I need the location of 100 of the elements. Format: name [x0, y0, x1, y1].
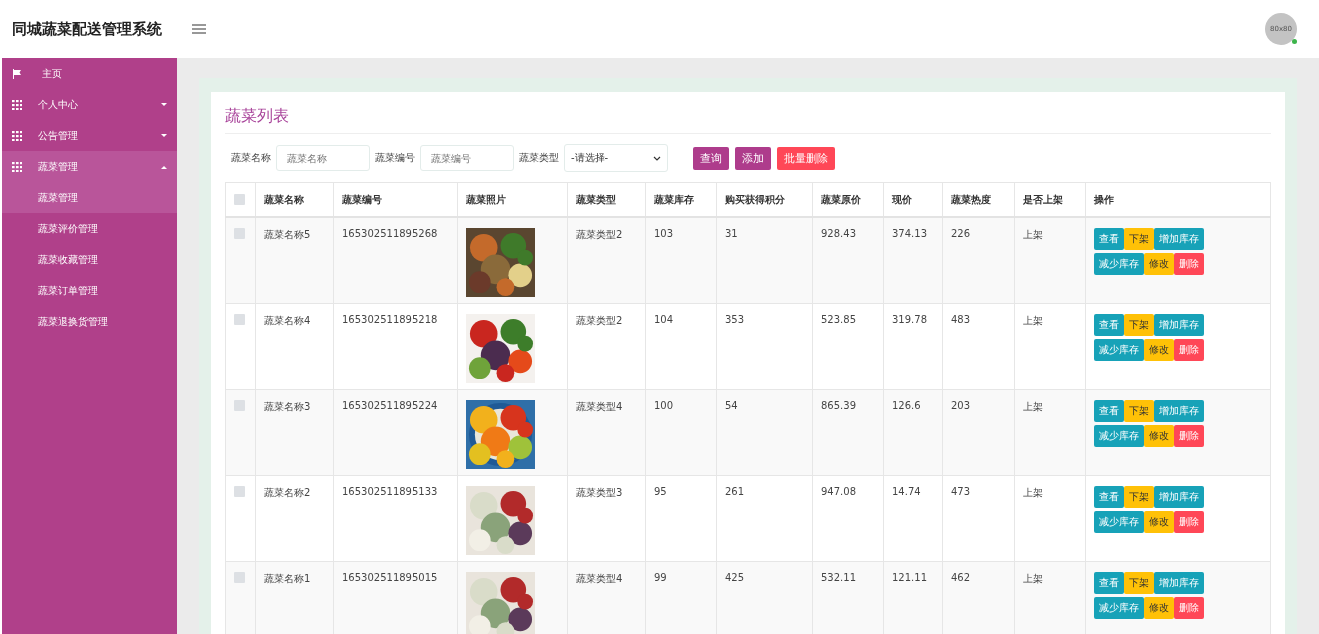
chevron-icon [653, 155, 661, 161]
online-indicator [1292, 39, 1297, 44]
row-action-button[interactable]: 增加库存 [1154, 399, 1204, 422]
row-action-button[interactable]: 减少库存 [1094, 424, 1144, 447]
caret-icon [161, 133, 167, 138]
select-all-checkbox[interactable] [234, 194, 245, 205]
row-action-button[interactable]: 修改 [1144, 424, 1174, 447]
action-button[interactable]: 批量删除 [777, 146, 835, 170]
table-cell: 121.11 [883, 561, 943, 634]
row-action-button[interactable]: 增加库存 [1154, 313, 1204, 336]
row-action-button[interactable]: 下架 [1124, 571, 1154, 594]
row-action-button[interactable]: 查看 [1094, 571, 1124, 594]
row-action-button[interactable]: 增加库存 [1154, 485, 1204, 508]
table-cell: 蔬菜类型2 [567, 303, 646, 389]
table-cell: 蔬菜类型4 [567, 389, 646, 475]
table-cell: 95 [645, 475, 717, 561]
table-cell: 103 [645, 217, 717, 303]
row-action-button[interactable]: 减少库存 [1094, 338, 1144, 361]
row-action-button[interactable]: 删除 [1174, 338, 1204, 361]
sidebar-subitem[interactable]: 蔬菜收藏管理 [2, 244, 177, 275]
row-action-button[interactable]: 查看 [1094, 313, 1124, 336]
table-cell: 532.11 [812, 561, 884, 634]
sidebar-item[interactable]: 蔬菜管理 [2, 151, 177, 182]
action-button[interactable]: 添加 [735, 146, 771, 170]
row-action-button[interactable]: 修改 [1144, 253, 1174, 275]
input-field[interactable]: 蔬菜编号 [420, 145, 514, 171]
table-cell: 100 [645, 389, 717, 475]
table-cell: 14.74 [883, 475, 943, 561]
table-cell: 104 [645, 303, 717, 389]
table-cell: 928.43 [812, 217, 884, 303]
filter-label: 蔬菜名称 [231, 151, 271, 165]
action-button[interactable]: 查询 [693, 146, 729, 170]
row-checkbox[interactable] [234, 399, 245, 411]
row-action-button[interactable]: 删除 [1174, 596, 1204, 619]
sidebar-item[interactable]: 公告管理 [2, 120, 177, 151]
table-cell: 蔬菜类型3 [567, 475, 646, 561]
flag-icon [12, 68, 22, 79]
menu-icon[interactable] [192, 23, 206, 35]
row-action-button[interactable]: 减少库存 [1094, 510, 1144, 533]
table-cell: 353 [716, 303, 813, 389]
table-cell: 165302511895218 [333, 303, 458, 389]
grid-icon [12, 161, 22, 172]
table-cell: 165302511895268 [333, 217, 458, 303]
row-action-button[interactable]: 减少库存 [1094, 596, 1144, 619]
table-cell: 上架 [1014, 217, 1086, 303]
row-action-button[interactable]: 修改 [1144, 510, 1174, 533]
table-cell: 483 [942, 303, 1015, 389]
table-cell: 473 [942, 475, 1015, 561]
caret-icon [161, 164, 167, 169]
table-cell: 523.85 [812, 303, 884, 389]
row-action-button[interactable]: 删除 [1174, 510, 1204, 533]
sidebar-subitem[interactable]: 蔬菜订单管理 [2, 275, 177, 306]
table-cell: 蔬菜名称4 [255, 303, 334, 389]
table-cell: 上架 [1014, 475, 1086, 561]
table-cell: 947.08 [812, 475, 884, 561]
table-cell: 上架 [1014, 561, 1086, 634]
grid-icon [12, 130, 22, 141]
row-action-button[interactable]: 下架 [1124, 485, 1154, 508]
table-cell: 261 [716, 475, 813, 561]
row-action-button[interactable]: 修改 [1144, 338, 1174, 361]
row-action-button[interactable]: 查看 [1094, 399, 1124, 422]
row-action-button[interactable]: 下架 [1124, 228, 1154, 250]
row-action-button[interactable]: 增加库存 [1154, 228, 1204, 250]
row-action-button[interactable]: 增加库存 [1154, 571, 1204, 594]
sidebar-item[interactable]: 主页 [2, 58, 177, 89]
row-checkbox[interactable] [234, 228, 245, 239]
row-action-button[interactable]: 下架 [1124, 313, 1154, 336]
row-action-button[interactable]: 查看 [1094, 228, 1124, 250]
sidebar-subitem[interactable]: 蔬菜评价管理 [2, 213, 177, 244]
filter-label: 蔬菜类型 [519, 151, 559, 165]
input-field[interactable]: 蔬菜名称 [276, 145, 370, 171]
app-title: 同城蔬菜配送管理系统 [12, 19, 162, 39]
table-cell: 上架 [1014, 389, 1086, 475]
table-cell: 165302511895224 [333, 389, 458, 475]
table-cell: 126.6 [883, 389, 943, 475]
row-checkbox[interactable] [234, 485, 245, 497]
table-cell: 226 [942, 217, 1015, 303]
sidebar-item[interactable]: 个人中心 [2, 89, 177, 120]
grid-icon [12, 99, 22, 110]
row-action-button[interactable]: 查看 [1094, 485, 1124, 508]
sidebar-subitem[interactable]: 蔬菜退换货管理 [2, 306, 177, 337]
row-action-button[interactable]: 删除 [1174, 253, 1204, 275]
table-cell: 蔬菜名称3 [255, 389, 334, 475]
row-action-button[interactable]: 下架 [1124, 399, 1154, 422]
table-cell: 蔬菜类型2 [567, 217, 646, 303]
table-cell: 蔬菜名称5 [255, 217, 334, 303]
row-action-button[interactable]: 减少库存 [1094, 253, 1144, 275]
row-action-button[interactable]: 修改 [1144, 596, 1174, 619]
row-checkbox[interactable] [234, 313, 245, 325]
panel-title: 蔬菜列表 [225, 100, 1271, 134]
row-action-button[interactable]: 删除 [1174, 424, 1204, 447]
row-checkbox[interactable] [234, 571, 245, 583]
table-cell: 蔬菜名称1 [255, 561, 334, 634]
table-cell: 865.39 [812, 389, 884, 475]
table-cell: 蔬菜名称2 [255, 475, 334, 561]
sidebar-subitem[interactable]: 蔬菜管理 [2, 182, 177, 213]
table-cell: 374.13 [883, 217, 943, 303]
table-cell: 上架 [1014, 303, 1086, 389]
select-field[interactable]: -请选择- [564, 144, 668, 172]
table-cell: 319.78 [883, 303, 943, 389]
